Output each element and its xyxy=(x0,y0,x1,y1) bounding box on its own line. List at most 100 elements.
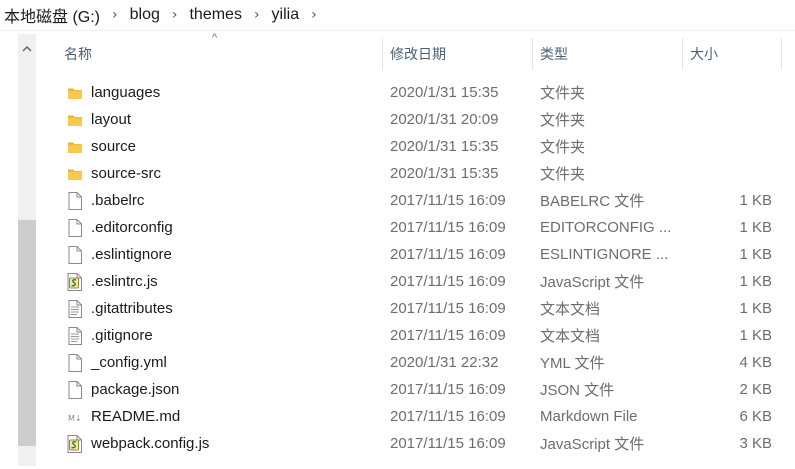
file-name[interactable]: languages xyxy=(91,79,160,106)
folder-icon xyxy=(66,106,84,133)
script-file-icon xyxy=(66,430,84,457)
file-row[interactable]: webpack.config.js 2017/11/15 16:09 JavaScr… xyxy=(46,430,782,457)
folder-icon xyxy=(66,79,84,106)
folder-icon xyxy=(66,160,84,187)
file-size: 1 KB xyxy=(739,300,772,317)
file-row[interactable]: M↓ README.md 2017/11/15 16:09 Markdown File… xyxy=(46,403,782,430)
column-divider[interactable] xyxy=(532,38,533,70)
markdown-file-icon: M↓ xyxy=(66,403,84,430)
file-row[interactable]: source-src 2020/1/31 15:35 文件夹 xyxy=(46,160,782,187)
file-row[interactable]: .gitattributes 2017/11/15 16:09 文本文档 1 KB xyxy=(46,295,782,322)
file-name[interactable]: README.md xyxy=(91,403,180,430)
file-date-modified: 2017/11/15 16:09 xyxy=(390,246,506,263)
file-row[interactable]: _config.yml 2020/1/31 22:32 YML 文件 4 KB xyxy=(46,349,782,376)
blank-file-icon xyxy=(66,376,84,403)
scrollbar-thumb[interactable] xyxy=(18,220,36,446)
file-row[interactable]: source 2020/1/31 15:35 文件夹 xyxy=(46,133,782,160)
file-name[interactable]: .babelrc xyxy=(91,187,144,214)
file-name[interactable]: .eslintrc.js xyxy=(91,268,158,295)
column-header-type[interactable]: 类型 xyxy=(540,38,568,70)
file-type: 文件夹 xyxy=(540,112,586,129)
file-date-modified: 2017/11/15 16:09 xyxy=(390,219,506,236)
file-name[interactable]: .eslintignore xyxy=(91,241,172,268)
folder-icon xyxy=(66,133,84,160)
text-file-icon xyxy=(66,295,84,322)
file-type: 文件夹 xyxy=(540,85,586,102)
file-date-modified: 2017/11/15 16:09 xyxy=(390,192,506,209)
svg-text:M↓: M↓ xyxy=(68,414,82,423)
blank-file-icon xyxy=(66,187,84,214)
file-type: 文本文档 xyxy=(540,301,601,318)
column-header-date[interactable]: 修改日期 xyxy=(390,38,446,70)
file-type: 文件夹 xyxy=(540,166,586,183)
file-name[interactable]: source-src xyxy=(91,160,161,187)
file-size: 1 KB xyxy=(739,192,772,209)
chevron-right-icon[interactable]: › xyxy=(246,7,268,23)
file-date-modified: 2020/1/31 15:35 xyxy=(390,165,499,182)
file-name[interactable]: _config.yml xyxy=(91,349,167,376)
file-row[interactable]: .babelrc 2017/11/15 16:09 BABELRC 文件 1 KB xyxy=(46,187,782,214)
script-file-icon xyxy=(66,268,84,295)
column-divider[interactable] xyxy=(781,38,782,70)
chevron-right-icon[interactable]: › xyxy=(104,7,126,23)
file-name[interactable]: .gitattributes xyxy=(91,295,173,322)
file-date-modified: 2020/1/31 22:32 xyxy=(390,354,499,371)
file-type: JavaScript 文件 xyxy=(540,274,645,291)
file-size: 2 KB xyxy=(739,381,772,398)
file-size: 1 KB xyxy=(739,246,772,263)
file-date-modified: 2017/11/15 16:09 xyxy=(390,273,506,290)
file-list: languages 2020/1/31 15:35 文件夹 layout 2020/1/… xyxy=(46,79,782,457)
breadcrumb-item-blog[interactable]: blog xyxy=(126,6,164,24)
file-row[interactable]: .eslintignore 2017/11/15 16:09 ESLINTIGNOR… xyxy=(46,241,782,268)
vertical-scrollbar[interactable] xyxy=(18,34,36,466)
chevron-right-icon[interactable]: › xyxy=(164,7,186,23)
file-date-modified: 2017/11/15 16:09 xyxy=(390,327,506,344)
file-type: BABELRC 文件 xyxy=(540,193,645,210)
breadcrumb-item-drive[interactable]: 本地磁盘 (G:) xyxy=(0,3,104,27)
file-size: 4 KB xyxy=(739,354,772,371)
file-name[interactable]: webpack.config.js xyxy=(91,430,209,457)
file-type: ESLINTIGNORE ... xyxy=(540,246,669,263)
file-date-modified: 2017/11/15 16:09 xyxy=(390,435,506,452)
file-name[interactable]: source xyxy=(91,133,136,160)
column-header-name[interactable]: 名称 xyxy=(64,38,92,70)
breadcrumb-item-yilia[interactable]: yilia xyxy=(268,6,304,24)
column-divider[interactable] xyxy=(682,38,683,70)
file-size: 6 KB xyxy=(739,408,772,425)
column-header-size[interactable]: 大小 xyxy=(690,38,718,70)
file-size: 1 KB xyxy=(739,273,772,290)
divider xyxy=(0,30,795,31)
blank-file-icon xyxy=(66,241,84,268)
file-date-modified: 2020/1/31 15:35 xyxy=(390,84,499,101)
breadcrumb: 本地磁盘 (G:) › blog › themes › yilia › xyxy=(0,0,795,30)
blank-file-icon xyxy=(66,214,84,241)
file-row[interactable]: .gitignore 2017/11/15 16:09 文本文档 1 KB xyxy=(46,322,782,349)
file-name[interactable]: .editorconfig xyxy=(91,214,173,241)
file-date-modified: 2017/11/15 16:09 xyxy=(390,408,506,425)
file-row[interactable]: .editorconfig 2017/11/15 16:09 EDITORCONFI… xyxy=(46,214,782,241)
file-date-modified: 2020/1/31 15:35 xyxy=(390,138,499,155)
column-divider[interactable] xyxy=(382,38,383,70)
file-date-modified: 2020/1/31 20:09 xyxy=(390,111,499,128)
file-type: EDITORCONFIG ... xyxy=(540,219,672,236)
file-type: JavaScript 文件 xyxy=(540,436,645,453)
scroll-up-arrow-icon[interactable] xyxy=(18,34,36,64)
file-row[interactable]: layout 2020/1/31 20:09 文件夹 xyxy=(46,106,782,133)
file-name[interactable]: package.json xyxy=(91,376,179,403)
file-date-modified: 2017/11/15 16:09 xyxy=(390,300,506,317)
file-name[interactable]: .gitignore xyxy=(91,322,153,349)
file-row[interactable]: languages 2020/1/31 15:35 文件夹 xyxy=(46,79,782,106)
file-type: 文本文档 xyxy=(540,328,601,345)
text-file-icon xyxy=(66,322,84,349)
file-type: JSON 文件 xyxy=(540,382,615,399)
file-row[interactable]: package.json 2017/11/15 16:09 JSON 文件 2 KB xyxy=(46,376,782,403)
file-date-modified: 2017/11/15 16:09 xyxy=(390,381,506,398)
file-size: 1 KB xyxy=(739,219,772,236)
column-header-row: ^ 名称 修改日期 类型 大小 xyxy=(46,32,782,70)
chevron-right-icon[interactable]: › xyxy=(303,7,325,23)
file-type: YML 文件 xyxy=(540,355,605,372)
breadcrumb-item-themes[interactable]: themes xyxy=(185,6,245,24)
file-row[interactable]: .eslintrc.js 2017/11/15 16:09 JavaScript 文… xyxy=(46,268,782,295)
file-name[interactable]: layout xyxy=(91,106,131,133)
file-size: 3 KB xyxy=(739,435,772,452)
